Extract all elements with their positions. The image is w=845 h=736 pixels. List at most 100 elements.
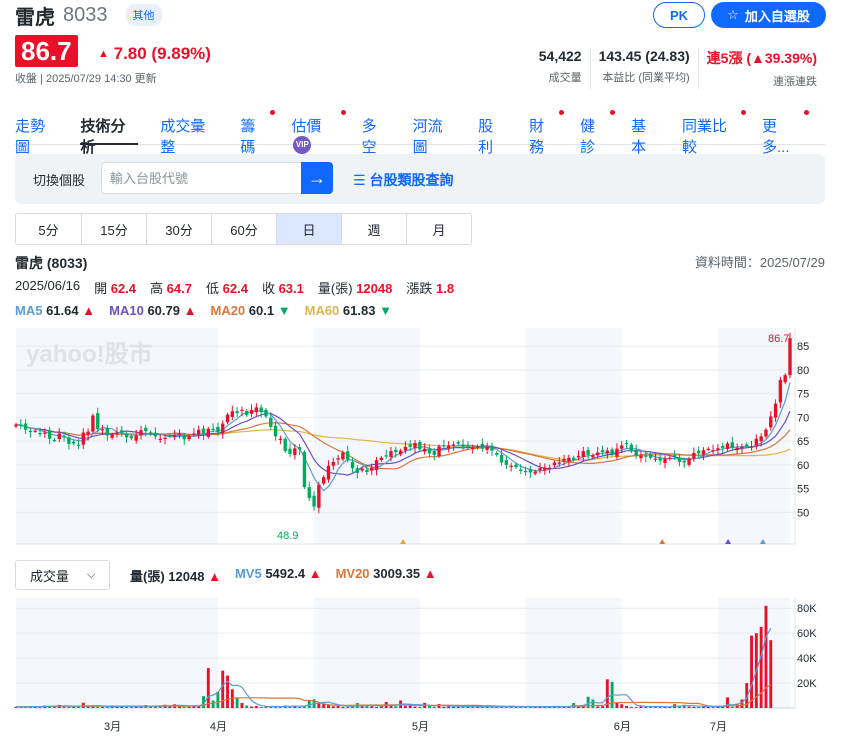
search-submit-button[interactable]: →: [301, 162, 333, 194]
volume-bar: [254, 706, 258, 708]
period-button[interactable]: 5分: [16, 214, 81, 244]
period-button[interactable]: 15分: [81, 214, 146, 244]
tab-label: 估價: [291, 118, 322, 135]
period-button[interactable]: 日: [276, 214, 341, 244]
volume-bar: [471, 706, 475, 708]
tab-item[interactable]: 籌碼: [240, 110, 276, 156]
candle-body: [504, 460, 509, 465]
stock-code-input[interactable]: [101, 162, 301, 194]
volume-bar: [245, 705, 249, 708]
candle-body: [557, 462, 561, 464]
list-icon: ☰: [353, 172, 366, 188]
candle-body: [639, 455, 643, 459]
candle-body: [307, 487, 311, 499]
candle-body: [360, 468, 364, 471]
candle-body: [144, 427, 148, 432]
candle: [495, 451, 499, 457]
tab-item[interactable]: 走勢圖: [15, 115, 58, 156]
volume-bar: [413, 706, 417, 708]
candle-body: [773, 403, 778, 418]
ma-value: 60.79: [147, 303, 180, 318]
tab-item[interactable]: 河流圖: [413, 115, 456, 156]
tab-item[interactable]: 多空: [362, 115, 391, 156]
candle-body: [624, 443, 629, 445]
ohlc-item: 高 64.7: [150, 278, 192, 297]
tab-label: 股利: [478, 118, 494, 156]
down-triangle-icon: ▼: [277, 303, 291, 318]
ma-value: 61.64: [46, 303, 79, 318]
tab-label: 同業比較: [682, 118, 728, 156]
indicator-select[interactable]: 成交量 ⌵: [15, 560, 110, 590]
period-button[interactable]: 月: [406, 214, 471, 244]
candle-body: [658, 457, 662, 461]
candle-body: [172, 435, 177, 438]
tab-item[interactable]: 健診: [580, 110, 616, 156]
ma-item: MA10 60.79 ▲: [109, 303, 196, 318]
candle-body: [43, 432, 47, 434]
candle-body: [28, 430, 33, 433]
candle-body: [346, 451, 350, 460]
period-button[interactable]: 30分: [146, 214, 211, 244]
volume-bar: [125, 706, 129, 708]
candle-body: [653, 458, 658, 460]
pk-button[interactable]: PK: [653, 2, 705, 28]
volume-bar: [96, 706, 100, 708]
month-band: [16, 598, 218, 708]
candle: [446, 441, 451, 453]
volume-bar: [182, 706, 186, 708]
volume-bar: [101, 706, 104, 708]
ma-item: MA5 61.64 ▲: [15, 303, 95, 318]
candle-body: [591, 455, 595, 458]
price-tick-label: 60: [797, 460, 809, 472]
category-lookup-link[interactable]: ☰ 台股類股查詢: [353, 170, 453, 190]
candle-body: [432, 451, 436, 455]
tab-item[interactable]: 成交彙整: [160, 115, 218, 156]
candle-body: [398, 450, 403, 455]
tab-item[interactable]: 基本: [631, 115, 660, 156]
volume-chart[interactable]: 20K 40K 60K 80K 3月 4月 5月 6月 7月: [0, 596, 845, 736]
add-watchlist-button[interactable]: ☆ 加入自選股: [711, 2, 826, 28]
candle: [504, 455, 509, 470]
candle-body: [249, 409, 254, 414]
volume-legend-item: MV20 3009.35 ▲: [336, 566, 437, 585]
tab-item[interactable]: 股利: [478, 115, 507, 156]
period-button[interactable]: 60分: [211, 214, 276, 244]
stock-switch-panel: 切換個股 → ☰ 台股類股查詢: [15, 154, 825, 204]
volume-bar: [764, 605, 768, 708]
candle-body: [302, 452, 307, 488]
candle-body: [437, 446, 441, 457]
up-triangle-icon: ▲: [308, 566, 322, 581]
tab-item[interactable]: 更多...: [762, 110, 810, 156]
month-band: [525, 328, 622, 544]
tab-label: 成交彙整: [160, 118, 206, 156]
volume-bar: [750, 635, 753, 708]
tab-item[interactable]: 估價VIP: [291, 110, 346, 154]
candle: [302, 450, 307, 490]
candle-body: [91, 415, 95, 432]
volume-bar: [476, 707, 479, 708]
stock-code: 8033: [63, 3, 108, 26]
tab-item[interactable]: 財務: [529, 110, 565, 156]
category-tag[interactable]: 其他: [125, 4, 162, 26]
stat-label: 本益比 (同業平均): [602, 72, 690, 84]
candle-body: [408, 444, 412, 447]
candle-body: [211, 428, 215, 430]
candle-body: [163, 437, 167, 439]
tab-item[interactable]: 同業比較: [682, 110, 746, 156]
candle: [509, 462, 513, 472]
candle-body: [110, 434, 114, 438]
candle-body: [576, 455, 581, 458]
month-band: [717, 598, 790, 708]
candle-body: [547, 467, 552, 469]
candle: [639, 451, 643, 463]
volume-legend-value: 12048: [168, 569, 205, 584]
volume-bar: [298, 706, 302, 708]
volume-bar: [240, 703, 244, 708]
candle-body: [600, 450, 605, 453]
tab-item[interactable]: 技術分析: [80, 115, 139, 156]
tab-label: 河流圖: [412, 118, 443, 156]
volume-bar: [336, 705, 340, 708]
price-chart[interactable]: 50 55 60 65 70 75 80 85 yahoo!股市 86.7 48.9: [0, 324, 845, 546]
notification-dot-icon: [741, 110, 746, 115]
period-button[interactable]: 週: [341, 214, 406, 244]
